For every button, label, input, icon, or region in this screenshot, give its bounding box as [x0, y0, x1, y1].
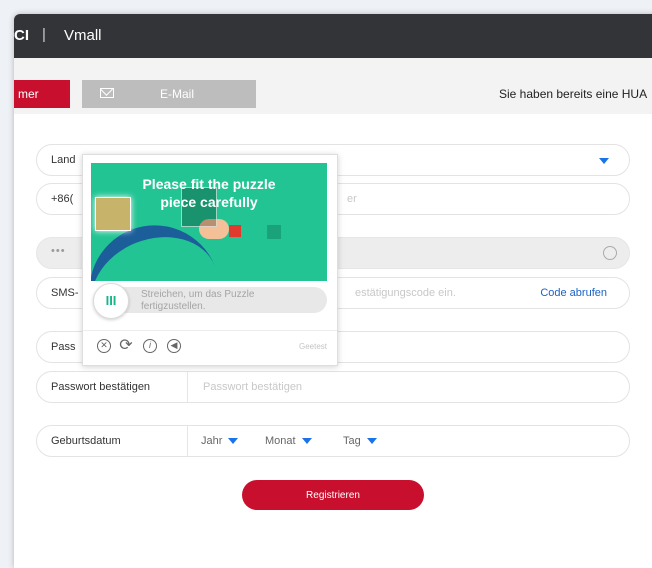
month-label: Monat	[265, 435, 296, 447]
existing-account-link[interactable]: Sie haben bereits eine HUA	[499, 80, 647, 108]
puzzle-illustration-piece	[229, 225, 241, 237]
registration-tabs-bar: mer E-Mail Sie haben bereits eine HUA	[14, 58, 652, 114]
tab-email[interactable]: E-Mail	[82, 80, 256, 108]
tab-phone-number[interactable]: mer	[14, 80, 70, 108]
puzzle-title: Please fit the puzzle piece carefully	[91, 175, 327, 211]
password-label: Pass	[51, 341, 76, 353]
captcha-slider-track[interactable]: III Streichen, um das Puzzle fertigzuste…	[93, 283, 327, 319]
top-bar: CI | Vmall	[14, 14, 652, 58]
tab-email-label: E-Mail	[160, 87, 195, 101]
slider-hint: Streichen, um das Puzzle fertigzustellen…	[141, 289, 255, 312]
phone-placeholder: er	[347, 193, 357, 205]
register-button[interactable]: Registrieren	[242, 480, 424, 510]
app-name[interactable]: Vmall	[64, 27, 102, 44]
year-select[interactable]: Jahr	[201, 435, 239, 447]
country-label: Land	[51, 154, 76, 166]
birthdate-label: Geburtsdatum	[51, 435, 121, 447]
brand-logo[interactable]: CI	[14, 27, 29, 44]
captcha-dots: •••	[51, 245, 66, 257]
get-code-button[interactable]: Code abrufen	[540, 287, 607, 299]
year-label: Jahr	[201, 435, 223, 447]
password-confirm-field[interactable]: Passwort bestätigen Passwort bestätigen	[36, 371, 630, 403]
info-icon[interactable]: i	[143, 339, 157, 353]
geetest-brand[interactable]: Geetest	[299, 342, 327, 351]
puzzle-image: Please fit the puzzle piece carefully	[91, 163, 327, 281]
refresh-icon[interactable]: ⟳	[119, 338, 133, 354]
birthdate-field: Geburtsdatum Jahr Monat Tag	[36, 425, 630, 457]
field-divider	[187, 426, 188, 456]
password-confirm-placeholder: Passwort bestätigen	[203, 381, 303, 393]
slider-handle[interactable]: III	[93, 283, 129, 319]
puzzle-illustration-piece	[267, 225, 281, 239]
audio-icon[interactable]: ◀	[167, 339, 181, 353]
chevron-down-icon	[366, 438, 377, 445]
phone-prefix[interactable]: +86(	[51, 193, 73, 205]
day-select[interactable]: Tag	[343, 435, 377, 447]
chevron-down-icon	[228, 438, 239, 445]
mail-icon	[100, 88, 114, 98]
title-separator: |	[42, 26, 46, 43]
field-divider	[187, 372, 188, 402]
browser-window: CI | Vmall mer E-Mail Sie haben bereits …	[14, 14, 652, 568]
password-confirm-label: Passwort bestätigen	[51, 381, 151, 393]
puzzle-title-line1: Please fit the puzzle	[142, 176, 276, 192]
puzzle-title-line2: piece carefully	[160, 194, 258, 210]
day-label: Tag	[343, 435, 361, 447]
chevron-down-icon	[599, 158, 609, 164]
sms-placeholder: estätigungscode ein.	[355, 287, 456, 299]
captcha-toolbar: ✕ ⟳ i ◀ Geetest	[83, 330, 337, 365]
month-select[interactable]: Monat	[265, 435, 312, 447]
refresh-icon[interactable]	[603, 246, 617, 260]
chevron-down-icon	[301, 438, 312, 445]
captcha-popup: Please fit the puzzle piece carefully II…	[82, 154, 338, 366]
sms-label: SMS-	[51, 287, 79, 299]
close-icon[interactable]: ✕	[97, 339, 111, 353]
